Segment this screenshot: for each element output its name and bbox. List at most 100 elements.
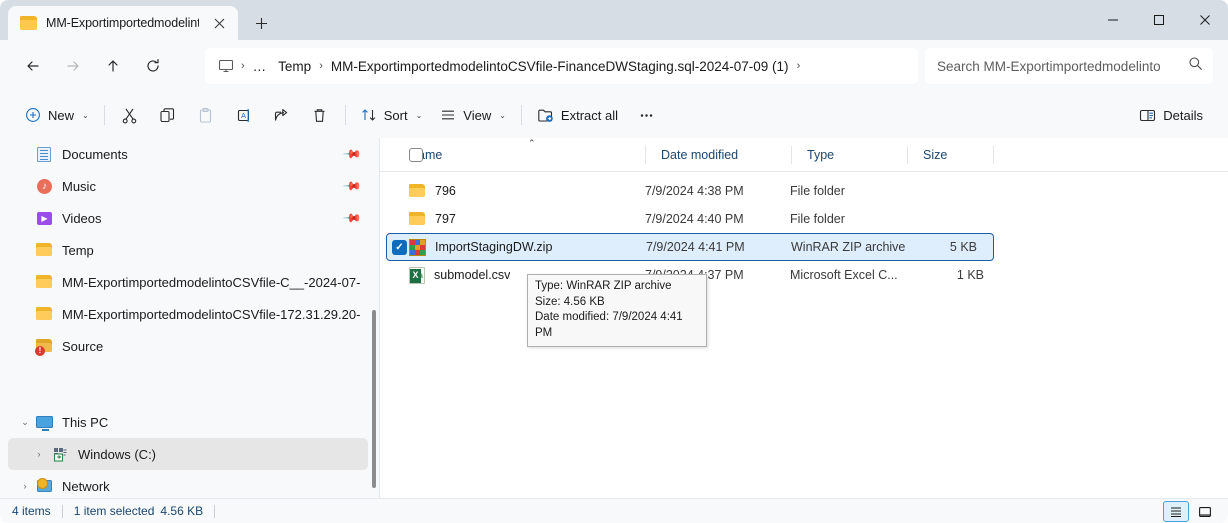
new-button[interactable]: New ⌄: [16, 99, 98, 131]
address-bar[interactable]: › … Temp › MM-ExportimportedmodelintoCSV…: [205, 48, 918, 84]
videos-icon: ▶: [36, 210, 53, 227]
folder-icon: [409, 183, 426, 200]
sidebar-item-label: Network: [62, 479, 360, 494]
extract-folder-icon: [537, 107, 554, 124]
breadcrumb-overflow[interactable]: …: [247, 55, 273, 78]
rename-icon: A: [235, 107, 252, 124]
search-input[interactable]: Search MM-Exportimportedmodelinto: [937, 59, 1188, 74]
folder-icon: [20, 16, 37, 30]
chevron-down-icon[interactable]: ⌄: [18, 406, 32, 438]
rename-button[interactable]: A: [225, 99, 263, 131]
minimize-icon[interactable]: [1090, 0, 1136, 40]
arrow-up-icon[interactable]: [96, 49, 130, 83]
select-all-checkbox[interactable]: [409, 148, 423, 162]
sort-button[interactable]: Sort ⌄: [352, 99, 432, 131]
file-name: 796: [435, 184, 456, 198]
breadcrumb-separator: ›: [317, 60, 325, 72]
folder-icon: [36, 306, 53, 323]
sidebar-item-label: This PC: [62, 415, 360, 430]
sidebar-item-videos[interactable]: ▶ Videos 📌: [8, 202, 368, 234]
paste-button[interactable]: [187, 99, 225, 131]
copy-button[interactable]: [149, 99, 187, 131]
file-name-cell[interactable]: 796: [386, 177, 645, 205]
status-bar: 4 items 1 item selected 4.56 KB: [0, 498, 1228, 523]
pin-icon[interactable]: 📌: [342, 176, 362, 196]
row-checkbox[interactable]: ✓: [392, 240, 407, 255]
pin-icon[interactable]: 📌: [342, 208, 362, 228]
sidebar-item-temp[interactable]: Temp: [8, 234, 368, 266]
window-controls: [1090, 0, 1228, 40]
status-item-count: 4 items: [12, 504, 51, 518]
details-view-icon[interactable]: [1163, 501, 1189, 522]
tab-title: MM-Exportimportedmodelinto: [46, 16, 199, 30]
column-resize-handle[interactable]: [993, 146, 994, 164]
view-button[interactable]: View ⌄: [431, 99, 515, 131]
chevron-right-icon[interactable]: ›: [18, 470, 32, 498]
spacer: [0, 384, 378, 406]
column-header-date-modified[interactable]: Date modified: [646, 138, 791, 172]
copy-icon: [159, 107, 176, 124]
sidebar-item-mm-export-xls[interactable]: MM-ExportimportedmodelintoCSVfile-C__-20…: [8, 266, 368, 298]
arrow-right-icon[interactable]: [56, 49, 90, 83]
excel-csv-icon: Xa: [409, 267, 425, 284]
close-icon[interactable]: [1182, 0, 1228, 40]
cut-button[interactable]: [111, 99, 149, 131]
share-button[interactable]: [263, 99, 301, 131]
sidebar-item-source[interactable]: ! Source: [8, 330, 368, 362]
breadcrumb-temp[interactable]: Temp: [272, 55, 317, 78]
sidebar-item-documents[interactable]: Documents 📌: [8, 138, 368, 170]
chevron-down-icon: ⌄: [416, 111, 423, 120]
drive-icon: [52, 446, 69, 463]
close-icon[interactable]: [208, 12, 230, 34]
sidebar-item-this-pc[interactable]: ⌄ This PC: [8, 406, 368, 438]
details-pane-button[interactable]: Details: [1130, 99, 1212, 131]
file-tooltip: Type: WinRAR ZIP archive Size: 4.56 KB D…: [527, 274, 707, 347]
new-tab-button[interactable]: [244, 6, 278, 40]
command-bar: New ⌄ A Sort ⌄ View ⌄: [0, 92, 1228, 138]
table-row[interactable]: 797 7/9/2024 4:40 PM File folder: [386, 205, 1228, 233]
large-icons-view-icon[interactable]: [1192, 501, 1218, 522]
table-row[interactable]: 796 7/9/2024 4:38 PM File folder: [386, 177, 1228, 205]
view-button-label: View: [463, 108, 491, 123]
pin-icon[interactable]: 📌: [342, 144, 362, 164]
source-folder-icon: !: [36, 338, 53, 355]
extract-all-button[interactable]: Extract all: [528, 99, 627, 131]
breadcrumb-current[interactable]: MM-ExportimportedmodelintoCSVfile-Financ…: [325, 55, 795, 78]
delete-button[interactable]: [301, 99, 339, 131]
file-name: submodel.csv: [434, 268, 510, 282]
file-explorer-window: MM-Exportimportedmodelinto: [0, 0, 1228, 523]
search-box[interactable]: Search MM-Exportimportedmodelinto: [925, 48, 1213, 84]
breadcrumb-separator[interactable]: ›: [795, 60, 803, 72]
share-icon: [273, 107, 290, 124]
sidebar-item-mm-export-ip[interactable]: MM-ExportimportedmodelintoCSVfile-172.31…: [8, 298, 368, 330]
sidebar-scrollbar-thumb[interactable]: [372, 310, 376, 488]
column-header-type[interactable]: Type: [792, 138, 907, 172]
tab-active[interactable]: MM-Exportimportedmodelinto: [8, 6, 238, 40]
sidebar-item-label: Music: [62, 179, 336, 194]
chevron-down-icon: ⌄: [499, 111, 506, 120]
size-cell: 1 KB: [905, 261, 984, 289]
more-options-button[interactable]: [627, 99, 665, 131]
refresh-icon[interactable]: [136, 49, 170, 83]
file-name-cell[interactable]: 797: [386, 205, 645, 233]
divider: [521, 105, 522, 125]
view-mode-buttons: [1163, 499, 1218, 523]
table-row[interactable]: ✓ ImportStagingDW.zip 7/9/2024 4:41 PM W…: [386, 233, 994, 261]
maximize-icon[interactable]: [1136, 0, 1182, 40]
column-header-size[interactable]: Size: [908, 138, 993, 172]
sidebar-item-label: Source: [62, 339, 360, 354]
file-name-cell[interactable]: ImportStagingDW.zip: [387, 234, 646, 260]
search-icon[interactable]: [1188, 56, 1203, 76]
this-pc-icon: [36, 414, 53, 431]
chevron-right-icon[interactable]: ›: [32, 438, 46, 470]
sidebar-item-label: MM-ExportimportedmodelintoCSVfile-172.31…: [62, 307, 360, 322]
this-pc-icon[interactable]: [213, 58, 239, 74]
arrow-left-icon[interactable]: [16, 49, 50, 83]
sidebar-item-windows-c[interactable]: › Windows (C:): [8, 438, 368, 470]
sidebar-item-network[interactable]: › Network: [8, 470, 368, 498]
divider: [62, 505, 63, 518]
size-cell: [905, 205, 984, 233]
sidebar-item-music[interactable]: ♪ Music 📌: [8, 170, 368, 202]
table-row[interactable]: Xa submodel.csv 7/9/2024 4:37 PM Microso…: [386, 261, 1228, 289]
music-icon: ♪: [36, 178, 53, 195]
